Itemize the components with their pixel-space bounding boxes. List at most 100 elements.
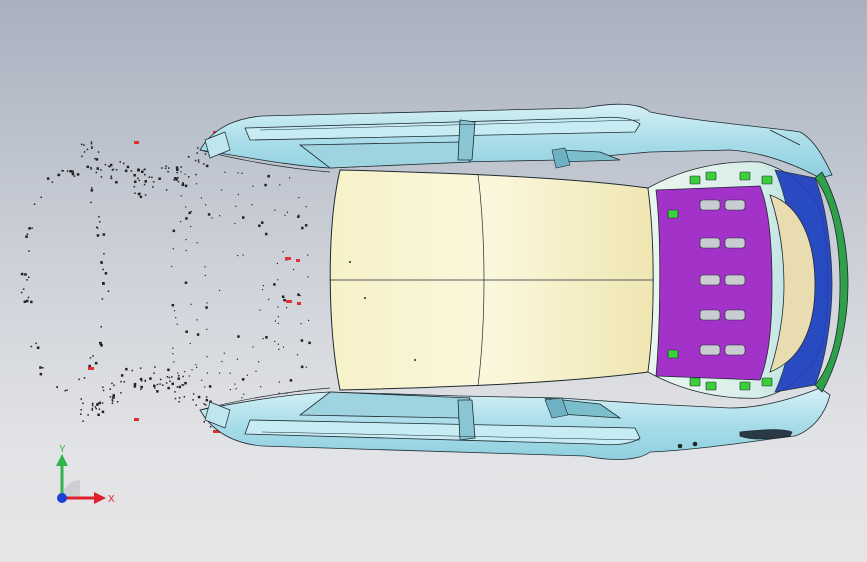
point-cloud-dot: [205, 164, 209, 168]
point-cloud-dot: [195, 183, 198, 185]
point-cloud-dot: [177, 377, 180, 380]
point-cloud-dot: [116, 401, 119, 403]
point-cloud-dot: [178, 401, 180, 403]
point-cloud-dot: [197, 147, 199, 149]
point-cloud-dot: [182, 375, 184, 378]
point-cloud-dot: [123, 162, 125, 165]
point-cloud-dot: [241, 397, 243, 399]
point-cloud-dot: [80, 398, 82, 400]
green-clip: [761, 175, 773, 185]
point-cloud-dot: [168, 167, 170, 169]
point-cloud-dot: [167, 386, 170, 390]
point-cloud-dot: [143, 183, 146, 186]
point-cloud-dot: [203, 403, 205, 405]
point-cloud-dot: [183, 396, 186, 398]
point-cloud-dot: [282, 251, 284, 253]
point-cloud-dot: [126, 165, 130, 169]
point-cloud-dot: [229, 389, 231, 391]
panel-pad: [699, 274, 721, 286]
point-cloud-dot: [69, 170, 71, 173]
point-cloud-dot: [94, 406, 97, 408]
point-cloud-dot: [176, 386, 179, 388]
firewall-panel: [655, 171, 773, 391]
point-cloud-dot: [143, 168, 145, 171]
point-cloud-dot: [101, 298, 104, 300]
point-cloud-dot: [22, 288, 25, 290]
point-cloud-dot: [73, 175, 76, 177]
point-cloud-dot: [78, 378, 80, 381]
point-cloud-dot: [276, 262, 278, 265]
point-cloud-dot: [184, 371, 186, 373]
point-cloud-dot: [109, 163, 113, 167]
point-cloud-dot: [221, 360, 223, 363]
point-cloud-dot: [80, 413, 82, 415]
point-cloud-dot: [28, 250, 30, 252]
cad-graphics-viewport[interactable]: Y X: [0, 0, 867, 562]
point-cloud-dot: [196, 333, 200, 336]
point-cloud-dot: [152, 186, 154, 188]
point-cloud-dot: [95, 407, 97, 410]
point-cloud-dot: [110, 177, 112, 179]
point-cloud-dot: [24, 273, 27, 276]
point-cloud-dot: [274, 340, 276, 342]
car-body-model[interactable]: [0, 0, 867, 562]
point-cloud-dot: [71, 172, 75, 176]
point-cloud-dot: [203, 163, 205, 165]
point-cloud-dot: [88, 364, 91, 368]
point-cloud-dot: [96, 227, 99, 229]
point-cloud-dot: [296, 354, 299, 356]
point-cloud-dot: [140, 385, 143, 389]
green-clip: [689, 377, 701, 387]
point-cloud-dot: [56, 386, 58, 389]
green-clip: [739, 171, 751, 181]
point-cloud-dot: [293, 268, 295, 271]
point-cloud-dot: [198, 161, 200, 163]
point-cloud-dot: [259, 309, 261, 311]
point-cloud-dot: [190, 211, 193, 213]
point-cloud-dot: [123, 381, 126, 383]
point-cloud-dot: [109, 166, 111, 168]
point-cloud-dot: [195, 364, 197, 366]
point-cloud-dot: [86, 165, 89, 169]
point-cloud-dot: [33, 203, 36, 205]
point-cloud-dot: [252, 346, 254, 348]
point-cloud-dot: [176, 171, 178, 174]
point-cloud-dot: [251, 204, 253, 206]
point-cloud-dot: [141, 170, 144, 173]
point-cloud-dot: [279, 184, 281, 186]
point-cloud-dot: [82, 402, 84, 405]
point-cloud-dot: [242, 254, 244, 256]
point-cloud-dot: [277, 322, 279, 324]
point-cloud-dot: [80, 143, 83, 146]
point-cloud-dot: [57, 173, 60, 177]
point-cloud-dot: [90, 201, 92, 204]
point-cloud-dot: [206, 356, 208, 358]
point-cloud-dot: [223, 352, 225, 354]
point-cloud-dot: [101, 402, 104, 404]
point-cloud-dot: [176, 168, 179, 171]
point-cloud-dot: [177, 176, 179, 179]
panel-pad: [699, 309, 721, 321]
point-cloud-dot: [109, 388, 111, 390]
point-cloud-dot: [86, 148, 89, 151]
point-cloud-dot: [125, 367, 128, 371]
coordinate-triad: Y X: [56, 444, 115, 505]
point-cloud-dot: [261, 221, 264, 224]
point-cloud-dot: [110, 175, 113, 177]
point-cloud-dot: [182, 384, 185, 386]
point-cloud-dot: [171, 265, 173, 268]
point-cloud-dot: [115, 181, 118, 184]
point-cloud-dot: [100, 344, 103, 347]
point-cloud-dot: [174, 391, 176, 393]
lower-side-rail: [199, 387, 831, 460]
point-cloud-dot: [289, 379, 293, 382]
point-cloud-dot: [39, 366, 42, 369]
panel-pad: [699, 237, 721, 249]
point-cloud-dot: [188, 375, 190, 377]
point-cloud-dot: [255, 370, 257, 372]
point-cloud-dot: [187, 156, 190, 158]
point-cloud-dot: [308, 341, 311, 345]
point-cloud: [20, 141, 311, 428]
point-cloud-dot: [26, 299, 29, 303]
point-cloud-dot: [23, 300, 27, 303]
